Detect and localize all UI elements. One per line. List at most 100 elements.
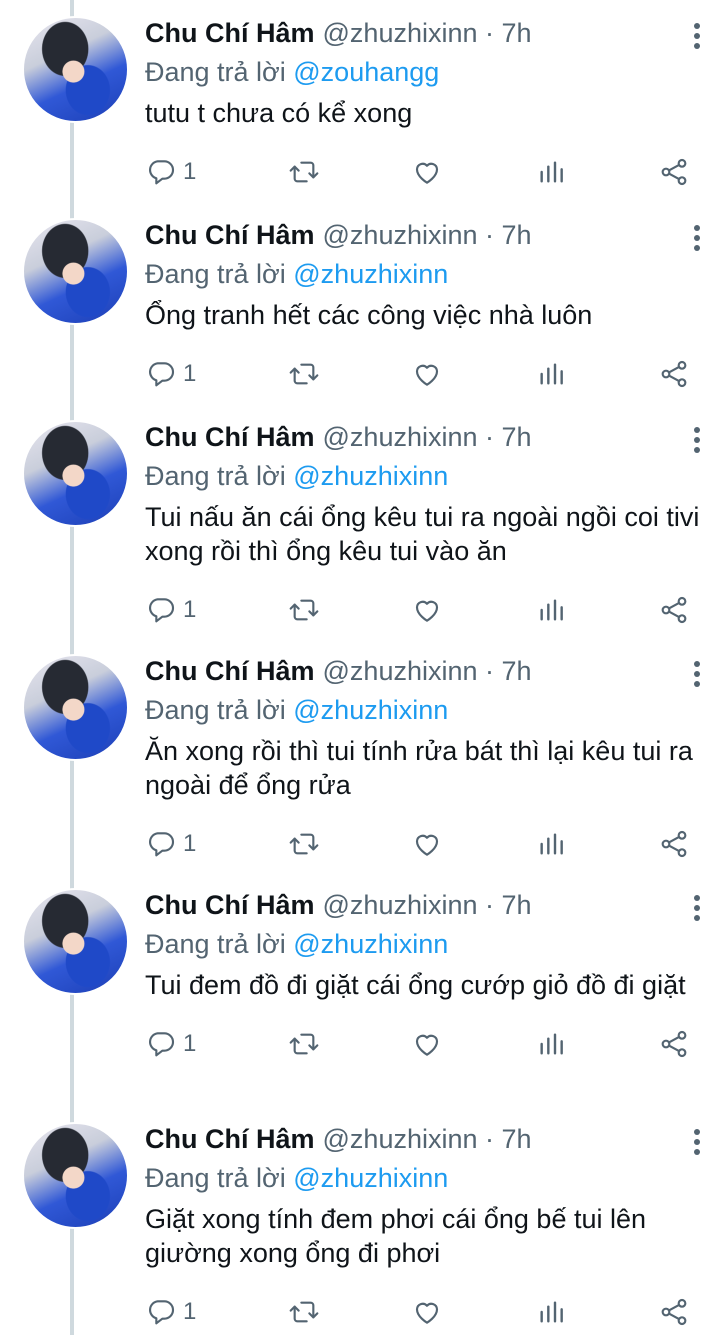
reply-button[interactable]: 1 [145,1296,196,1328]
analytics-button[interactable] [535,358,567,390]
replying-to-label: Đang trả lời [145,57,294,87]
avatar[interactable] [22,420,129,527]
tweet-content: Chu Chí Hâm @zhuzhixinn · 7h Đang trả lờ… [145,1106,702,1332]
like-icon [416,364,439,386]
mention-link[interactable]: @zhuzhixinn [293,1163,448,1193]
author-handle[interactable]: @zhuzhixinn · 7h [323,220,532,251]
more-icon[interactable] [694,427,700,453]
mention-link[interactable]: @zhuzhixinn [293,929,448,959]
tweet[interactable]: Chu Chí Hâm @zhuzhixinn · 7h Đang trả lờ… [0,872,720,1064]
author-handle[interactable]: @zhuzhixinn · 7h [323,1124,532,1155]
reply-icon [149,160,175,185]
retweet-button[interactable] [288,828,320,860]
author-name[interactable]: Chu Chí Hâm [145,18,315,49]
share-button[interactable] [658,156,690,188]
retweet-button[interactable] [288,156,320,188]
analytics-button[interactable] [535,1028,567,1060]
tweet[interactable]: Chu Chí Hâm @zhuzhixinn · 7h Đang trả lờ… [0,1106,720,1332]
replying-to-label: Đang trả lời [145,695,294,725]
like-button[interactable] [411,156,443,188]
analytics-button[interactable] [535,594,567,626]
mention-link[interactable]: @zhuzhixinn [293,695,448,725]
tweet-text: Giặt xong tính đem phơi cái ổng bế tui l… [145,1204,647,1268]
tweet-header: Chu Chí Hâm @zhuzhixinn · 7h [145,422,702,458]
reply-count: 1 [183,830,197,857]
like-button[interactable] [411,1296,443,1328]
retweet-button[interactable] [288,1296,320,1328]
share-icon [661,360,687,388]
retweet-icon [289,833,319,855]
like-icon [416,162,439,184]
more-icon[interactable] [694,1129,700,1155]
analytics-icon [540,833,563,855]
retweet-button[interactable] [288,358,320,390]
analytics-button[interactable] [535,828,567,860]
like-icon [416,1302,439,1324]
author-name[interactable]: Chu Chí Hâm [145,890,315,921]
share-button[interactable] [658,828,690,860]
tweet[interactable]: Chu Chí Hâm @zhuzhixinn · 7h Đang trả lờ… [0,0,720,192]
author-handle[interactable]: @zhuzhixinn · 7h [323,422,532,453]
analytics-button[interactable] [535,156,567,188]
share-button[interactable] [658,358,690,390]
reply-button[interactable]: 1 [145,156,196,188]
reply-button[interactable]: 1 [145,358,196,390]
reply-button[interactable]: 1 [145,594,196,626]
reply-button[interactable]: 1 [145,1028,196,1060]
tweet-content: Chu Chí Hâm @zhuzhixinn · 7h Đang trả lờ… [145,872,702,1064]
tweet-text: Tui nấu ăn cái ổng kêu tui ra ngoài ngồi… [145,502,700,566]
reply-button[interactable]: 1 [145,828,196,860]
reply-icon [149,832,175,857]
share-icon [661,158,687,186]
reply-count: 1 [183,158,197,185]
more-icon[interactable] [694,895,700,921]
replying-to-label: Đang trả lời [145,1163,294,1193]
retweet-button[interactable] [288,594,320,626]
mention-link[interactable]: @zouhangg [293,57,439,87]
tweet[interactable]: Chu Chí Hâm @zhuzhixinn · 7h Đang trả lờ… [0,638,720,864]
more-icon[interactable] [694,23,700,49]
author-name[interactable]: Chu Chí Hâm [145,220,315,251]
like-button[interactable] [411,1028,443,1060]
author-handle[interactable]: @zhuzhixinn · 7h [323,18,532,49]
action-bar: 1 [145,590,702,630]
avatar[interactable] [22,654,129,761]
tweet-content: Chu Chí Hâm @zhuzhixinn · 7h Đang trả lờ… [145,0,702,192]
author-handle[interactable]: @zhuzhixinn · 7h [323,890,532,921]
share-button[interactable] [658,1028,690,1060]
author-name[interactable]: Chu Chí Hâm [145,422,315,453]
analytics-button[interactable] [535,1296,567,1328]
tweet-content: Chu Chí Hâm @zhuzhixinn · 7h Đang trả lờ… [145,202,702,394]
mention-link[interactable]: @zhuzhixinn [293,259,448,289]
action-bar: 1 [145,1292,702,1332]
like-button[interactable] [411,358,443,390]
mention-link[interactable]: @zhuzhixinn [293,461,448,491]
retweet-icon [289,1301,319,1323]
avatar[interactable] [22,1122,129,1229]
author-name[interactable]: Chu Chí Hâm [145,1124,315,1155]
like-button[interactable] [411,828,443,860]
tweet-text: Ăn xong rồi thì tui tính rửa bát thì lại… [145,736,693,800]
tweet[interactable]: Chu Chí Hâm @zhuzhixinn · 7h Đang trả lờ… [0,202,720,394]
analytics-icon [540,1033,563,1055]
avatar[interactable] [22,218,129,325]
more-icon[interactable] [694,225,700,251]
avatar[interactable] [22,888,129,995]
share-button[interactable] [658,594,690,626]
author-handle[interactable]: @zhuzhixinn · 7h [323,656,532,687]
replying-to: Đang trả lời @zhuzhixinn [145,256,702,292]
analytics-icon [540,599,563,621]
author-name[interactable]: Chu Chí Hâm [145,656,315,687]
share-button[interactable] [658,1296,690,1328]
replying-to-label: Đang trả lời [145,461,294,491]
retweet-button[interactable] [288,1028,320,1060]
more-icon[interactable] [694,661,700,687]
tweet[interactable]: Chu Chí Hâm @zhuzhixinn · 7h Đang trả lờ… [0,404,720,630]
like-icon [416,1034,439,1056]
action-bar: 1 [145,1024,702,1064]
like-button[interactable] [411,594,443,626]
action-bar: 1 [145,354,702,394]
avatar[interactable] [22,16,129,123]
tweet-header: Chu Chí Hâm @zhuzhixinn · 7h [145,890,702,926]
replying-to-label: Đang trả lời [145,929,294,959]
